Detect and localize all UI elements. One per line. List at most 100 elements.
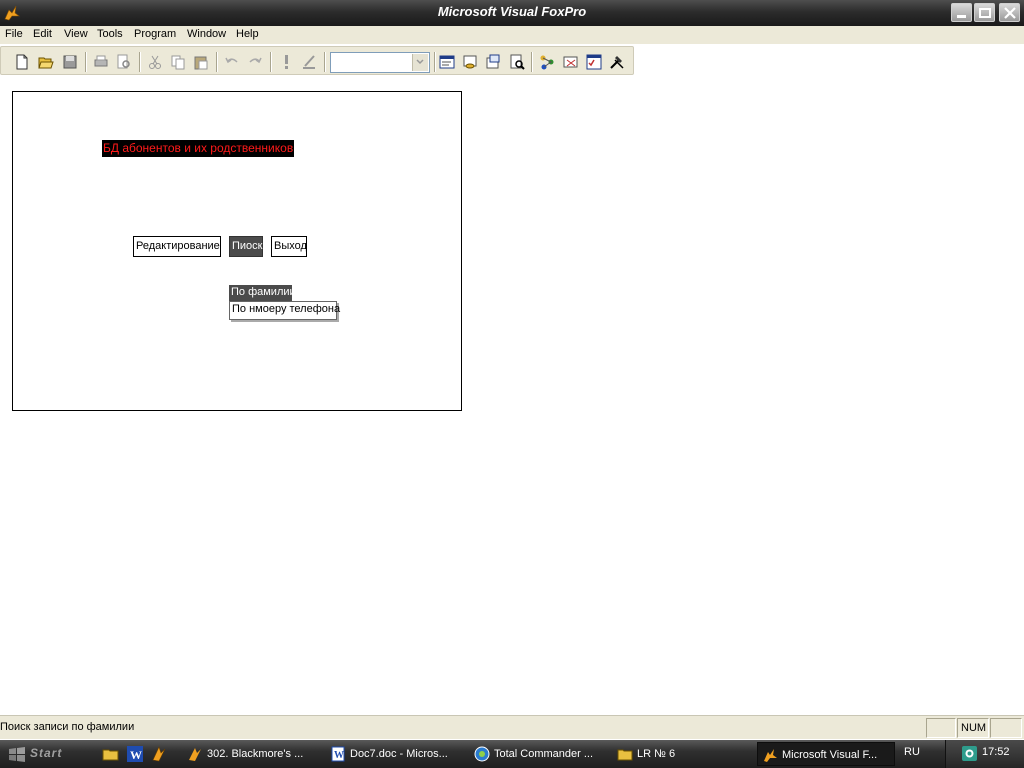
windows-flag-icon	[9, 747, 25, 762]
standard-toolbar	[0, 44, 1024, 75]
open-button[interactable]	[35, 51, 57, 73]
edit-button[interactable]: Редактирование	[133, 236, 221, 257]
undo-icon	[225, 57, 238, 64]
new-button[interactable]	[11, 51, 33, 73]
document-view-button[interactable]	[506, 51, 528, 73]
task-list-button[interactable]	[583, 51, 605, 73]
toolbar-separator	[85, 52, 87, 72]
form-title-label: БД абонентов и их родственников	[102, 140, 295, 157]
quicklaunch-winamp-icon[interactable]	[150, 745, 168, 763]
status-bar: Поиск записи по фамилии NUM	[0, 715, 1024, 739]
object-browser-icon	[563, 56, 578, 68]
menu-program[interactable]: Program	[134, 28, 176, 40]
tray-app-icon[interactable]	[961, 745, 978, 762]
task-button-total-commander[interactable]: Total Commander ...	[470, 742, 612, 766]
copy-icon	[171, 55, 185, 70]
class-browser-icon	[540, 55, 554, 70]
minimize-icon	[957, 15, 966, 18]
language-indicator[interactable]: RU	[904, 746, 920, 758]
restore-icon	[979, 8, 991, 18]
menu-window[interactable]: Window	[187, 28, 226, 40]
task-label: Microsoft Visual F...	[782, 749, 878, 761]
menu-view[interactable]: View	[64, 28, 88, 40]
toolbar-separator	[139, 52, 141, 72]
menu-bar: File Edit View Tools Program Window Help	[0, 26, 1024, 44]
winamp-icon	[189, 748, 201, 761]
task-label: LR № 6	[637, 748, 676, 760]
hammer-wrench-icon	[610, 56, 624, 69]
paste-button[interactable]	[190, 51, 212, 73]
combo-dropdown-button[interactable]	[412, 54, 428, 71]
copy-button[interactable]	[167, 51, 189, 73]
toolbar-strip	[0, 46, 634, 75]
menu-edit[interactable]: Edit	[33, 28, 52, 40]
task-button-foxpro[interactable]: Microsoft Visual F...	[757, 742, 895, 766]
print-preview-icon	[117, 54, 130, 69]
toolbar-separator	[270, 52, 272, 72]
foxpro-icon	[764, 749, 777, 762]
exclamation-run-icon	[285, 55, 288, 69]
main-form: БД абонентов и их родственников Редактир…	[12, 91, 462, 411]
task-button-winamp[interactable]: 302. Blackmore's ...	[183, 742, 325, 766]
task-list-icon	[586, 54, 602, 70]
modify-form-button[interactable]	[298, 51, 320, 73]
save-disk-icon	[63, 55, 77, 69]
save-button[interactable]	[59, 51, 81, 73]
start-label: Start	[30, 746, 63, 760]
svg-text:W: W	[130, 748, 142, 762]
new-file-icon	[16, 54, 28, 70]
status-message: Поиск записи по фамилии	[0, 721, 135, 733]
command-window-icon	[439, 55, 455, 69]
menu-help[interactable]: Help	[236, 28, 259, 40]
task-label: 302. Blackmore's ...	[207, 748, 304, 760]
num-lock-indicator: NUM	[961, 722, 987, 734]
task-button-folder[interactable]: LR № 6	[613, 742, 755, 766]
status-panel-blank	[926, 718, 956, 738]
status-panel-extra	[990, 718, 1022, 738]
folder-icon	[617, 749, 633, 761]
exit-button[interactable]: Выход	[271, 236, 307, 257]
toolbar-combo[interactable]	[330, 52, 430, 73]
clock: 17:52	[982, 746, 1010, 758]
document-view-icon	[510, 54, 525, 70]
redo-button[interactable]	[244, 51, 266, 73]
undo-button[interactable]	[221, 51, 243, 73]
title-bar: Microsoft Visual FoxPro	[0, 0, 1024, 26]
task-button-word[interactable]: W Doc7.doc - Micros...	[326, 742, 469, 766]
scissors-icon	[149, 55, 161, 69]
ruler-pencil-icon	[303, 55, 315, 69]
toolbar-separator	[216, 52, 218, 72]
menu-tools[interactable]: Tools	[97, 28, 123, 40]
print-preview-button[interactable]	[113, 51, 135, 73]
properties-button[interactable]	[482, 51, 504, 73]
menu-file[interactable]: File	[5, 28, 23, 40]
quicklaunch-explorer-icon[interactable]	[102, 745, 120, 763]
run-button[interactable]	[275, 51, 297, 73]
paste-clipboard-icon	[194, 56, 208, 70]
cut-button[interactable]	[144, 51, 166, 73]
toolbox-button[interactable]	[606, 51, 628, 73]
minimize-button[interactable]	[951, 3, 972, 22]
print-button[interactable]	[90, 51, 112, 73]
task-label: Doc7.doc - Micros...	[350, 748, 448, 760]
data-session-icon	[463, 55, 477, 69]
command-window-button[interactable]	[436, 51, 458, 73]
data-session-button[interactable]	[459, 51, 481, 73]
word-doc-icon: W	[331, 746, 345, 762]
search-button[interactable]: Пиоск	[229, 236, 263, 257]
toolbar-separator	[531, 52, 533, 72]
menu-item-by-phone[interactable]: По нмоеру телефона	[229, 301, 340, 320]
taskbar: Start W 302. Blackmore's ... W Doc7.doc …	[0, 740, 1024, 768]
close-icon	[1004, 7, 1016, 19]
open-folder-icon	[38, 57, 54, 69]
menu-item-by-surname[interactable]: По фамилии	[229, 285, 296, 301]
close-button[interactable]	[999, 3, 1020, 22]
start-button[interactable]: Start	[0, 740, 92, 768]
object-browser-button[interactable]	[560, 51, 582, 73]
quicklaunch-word-icon[interactable]: W	[126, 745, 144, 763]
class-browser-button[interactable]	[536, 51, 558, 73]
svg-text:W: W	[334, 750, 344, 761]
maximize-button[interactable]	[974, 3, 995, 22]
toolbar-separator	[324, 52, 326, 72]
printer-icon	[94, 55, 108, 67]
